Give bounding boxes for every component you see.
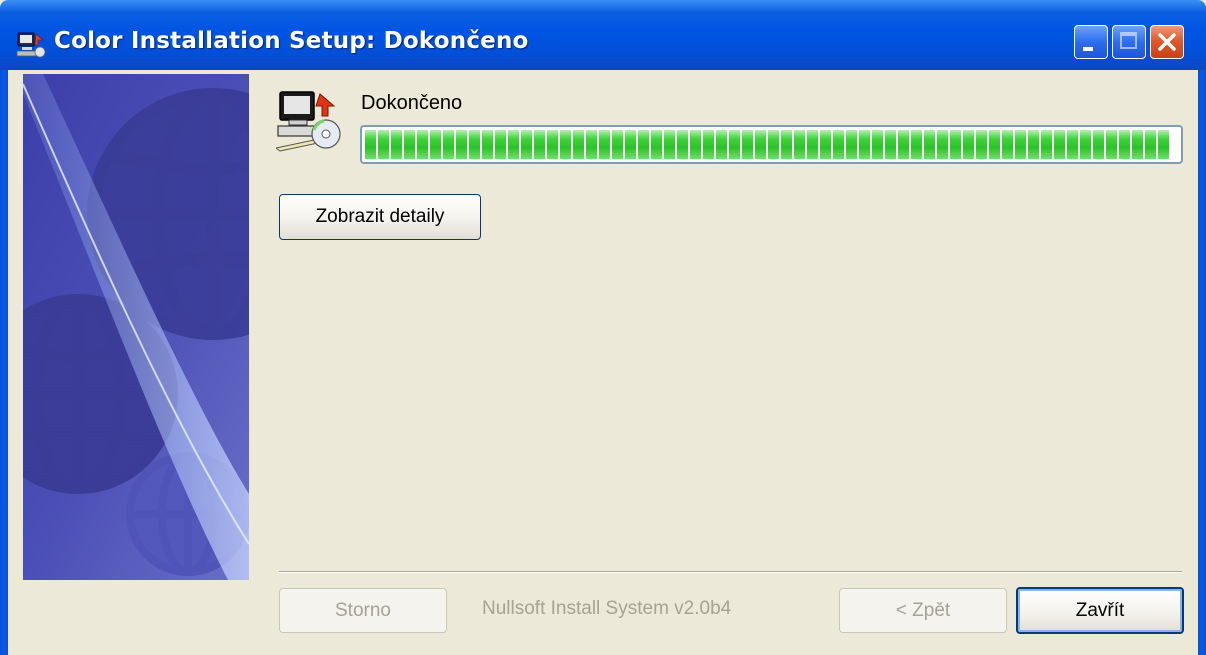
progress-segment xyxy=(1067,130,1078,159)
progress-segment xyxy=(885,130,896,159)
globe-banner-image xyxy=(23,74,249,580)
progress-segment xyxy=(456,130,467,159)
cancel-button[interactable]: Storno xyxy=(279,588,447,633)
progress-segment xyxy=(833,130,844,159)
progress-segment xyxy=(768,130,779,159)
close-window-button[interactable] xyxy=(1150,25,1184,59)
progress-segment xyxy=(651,130,662,159)
minimize-button[interactable] xyxy=(1074,25,1108,59)
progress-segment xyxy=(807,130,818,159)
progress-segment xyxy=(1106,130,1117,159)
progress-segment xyxy=(482,130,493,159)
progress-segment xyxy=(677,130,688,159)
window-frame-left xyxy=(0,70,8,655)
maximize-button[interactable] xyxy=(1112,25,1146,59)
progress-segment xyxy=(534,130,545,159)
progress-segment xyxy=(1145,130,1156,159)
progress-segment xyxy=(820,130,831,159)
progress-segment xyxy=(1054,130,1065,159)
window-frame-right xyxy=(1198,70,1206,655)
progress-segment xyxy=(846,130,857,159)
computer-install-icon xyxy=(276,91,341,152)
progress-segment xyxy=(560,130,571,159)
progress-segment xyxy=(1158,130,1169,159)
progress-segment xyxy=(1119,130,1130,159)
progress-segment xyxy=(703,130,714,159)
progress-segment xyxy=(430,130,441,159)
progress-segment xyxy=(625,130,636,159)
branding-text: Nullsoft Install System v2.0b4 xyxy=(482,598,732,619)
progress-segment xyxy=(508,130,519,159)
progress-segment xyxy=(378,130,389,159)
progress-segment xyxy=(573,130,584,159)
progress-segment xyxy=(742,130,753,159)
progress-segment xyxy=(664,130,675,159)
progress-segment xyxy=(443,130,454,159)
progress-segment xyxy=(1002,130,1013,159)
progress-segment xyxy=(859,130,870,159)
progress-segment xyxy=(716,130,727,159)
progress-segment xyxy=(404,130,415,159)
progress-segment xyxy=(937,130,948,159)
progress-segment xyxy=(950,130,961,159)
progress-segment xyxy=(898,130,909,159)
progress-segment xyxy=(391,130,402,159)
progress-segment xyxy=(1132,130,1143,159)
status-label: Dokončeno xyxy=(361,92,463,114)
progress-segment xyxy=(911,130,922,159)
title-bar[interactable]: Color Installation Setup: Dokončeno xyxy=(0,0,1206,70)
installer-window: Color Installation Setup: Dokončeno Doko… xyxy=(0,0,1206,655)
close-button[interactable]: Zavřít xyxy=(1016,587,1184,634)
close-icon xyxy=(1158,33,1176,51)
progress-segment xyxy=(781,130,792,159)
progress-segment xyxy=(976,130,987,159)
setup-app-icon xyxy=(16,32,46,58)
progress-segment xyxy=(599,130,610,159)
progress-segment xyxy=(365,130,376,159)
progress-fill xyxy=(365,130,1178,159)
progress-segment xyxy=(1080,130,1091,159)
progress-segment xyxy=(612,130,623,159)
progress-segment xyxy=(872,130,883,159)
progress-segment xyxy=(924,130,935,159)
progress-segment xyxy=(794,130,805,159)
progress-segment xyxy=(1028,130,1039,159)
progress-segment xyxy=(586,130,597,159)
footer-separator xyxy=(279,571,1182,573)
progress-segment xyxy=(547,130,558,159)
show-details-button[interactable]: Zobrazit detaily xyxy=(279,194,481,240)
progress-segment xyxy=(690,130,701,159)
progress-segment xyxy=(469,130,480,159)
progress-segment xyxy=(1041,130,1052,159)
progress-segment xyxy=(755,130,766,159)
progress-segment xyxy=(1093,130,1104,159)
progress-segment xyxy=(729,130,740,159)
progress-segment xyxy=(521,130,532,159)
install-progress-bar xyxy=(360,125,1183,164)
back-button[interactable]: < Zpět xyxy=(839,588,1007,633)
progress-segment xyxy=(495,130,506,159)
progress-segment xyxy=(1015,130,1026,159)
progress-segment xyxy=(963,130,974,159)
window-title: Color Installation Setup: Dokončeno xyxy=(54,28,529,54)
progress-segment xyxy=(989,130,1000,159)
progress-segment xyxy=(638,130,649,159)
progress-segment xyxy=(417,130,428,159)
